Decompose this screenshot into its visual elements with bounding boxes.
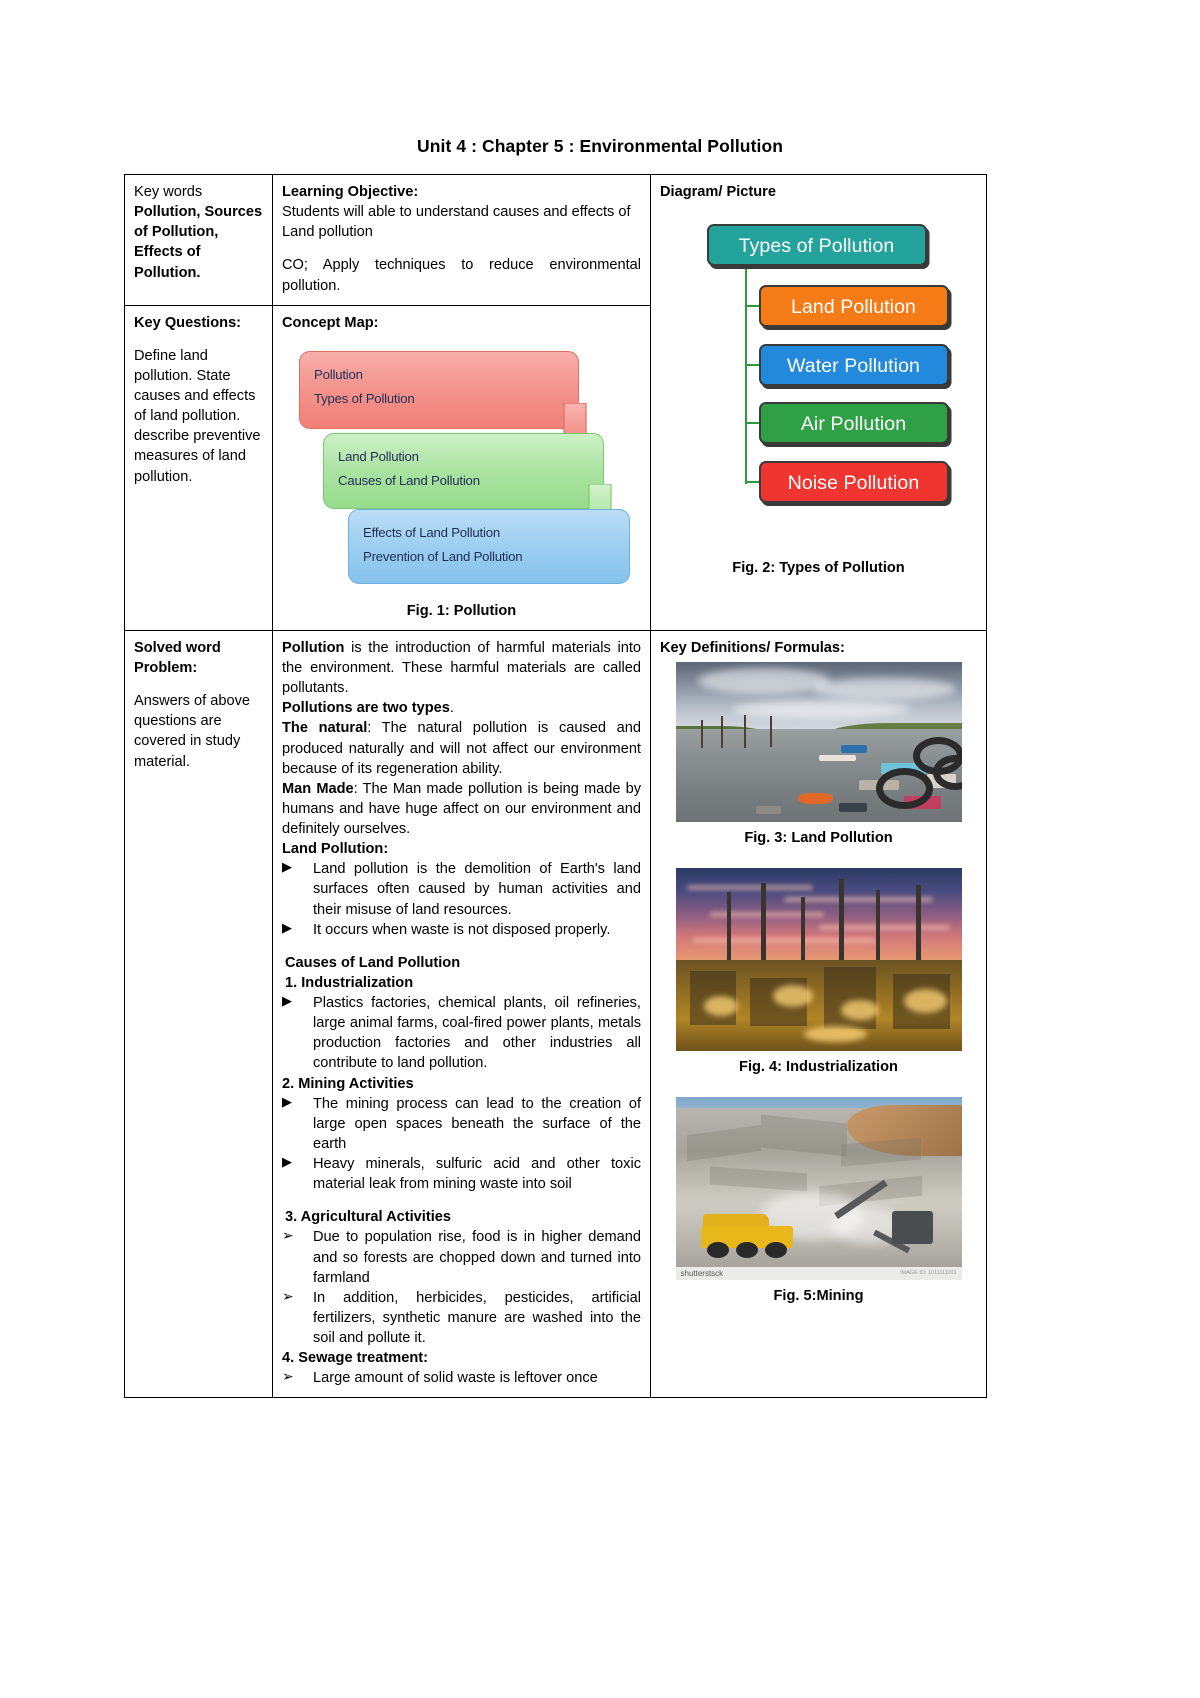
cause-1-heading: 1. Industrialization — [285, 974, 414, 991]
cause-2-bullets: The mining process can lead to the creat… — [282, 1094, 641, 1195]
node-water-pollution: Water Pollution — [758, 344, 949, 387]
list-item-text: Large amount of solid waste is leftover … — [313, 1370, 598, 1387]
cell-key-definitions: Key Definitions/ Formulas: Fig. 3: Land … — [650, 629, 987, 1399]
list-item-text: It occurs when waste is not disposed pro… — [313, 921, 611, 938]
list-item: The mining process can lead to the creat… — [282, 1094, 641, 1154]
concept-box-pollution: Pollution Types of Pollution — [299, 350, 579, 429]
keywords-value: Pollution, Sources of Pollution, Effects… — [134, 204, 263, 281]
fig3-caption: Fig. 3: Land Pollution — [744, 830, 893, 846]
natural-bold: The natural — [282, 720, 368, 737]
table-row: Key words Pollution, Sources of Pollutio… — [124, 174, 987, 631]
paragraph-pollution-definition: Pollution is the introduction of harmful… — [282, 638, 641, 698]
paragraph-natural: The natural: The natural pollution is ca… — [282, 718, 641, 778]
concept-box-land-line2: Causes of Land Pollution — [338, 473, 480, 489]
cell-key-questions: Key Questions: Define land pollution. St… — [124, 304, 273, 631]
excavator-shape — [833, 1170, 933, 1254]
types-of-pollution-diagram: Types of Pollution Land Pollution Water … — [669, 220, 969, 538]
paragraph-man-made: Man Made: The Man made pollution is bein… — [282, 779, 641, 839]
mining-truck-shape — [701, 1211, 793, 1259]
triangle-bullet-icon — [282, 858, 292, 876]
node-noise-pollution: Noise Pollution — [758, 461, 949, 504]
list-item: Land pollution is the demolition of Eart… — [282, 859, 641, 919]
concept-box-land-line1: Land Pollution — [338, 448, 419, 464]
man-made-bold: Man Made — [282, 780, 354, 797]
key-definitions-label: Key Definitions/ Formulas: — [660, 639, 845, 656]
fig1-caption: Fig. 1: Pollution — [406, 602, 517, 619]
triangle-bullet-icon — [282, 919, 292, 937]
list-item-text: Due to population rise, food is in highe… — [313, 1229, 641, 1286]
pollution-bold-lead: Pollution — [282, 639, 345, 656]
paragraph-two-types: Pollutions are two types. — [282, 698, 641, 718]
concept-box-land-pollution: Land Pollution Causes of Land Pollution — [323, 432, 604, 509]
list-item-text: Plastics factories, chemical plants, oil… — [313, 995, 641, 1072]
document-page: Unit 4 : Chapter 5 : Environmental Pollu… — [0, 0, 1200, 1698]
cell-body-text: Pollution is the introduction of harmful… — [272, 629, 651, 1399]
concept-box-effects-line1: Effects of Land Pollution — [363, 524, 500, 540]
cause-1-bullets: Plastics factories, chemical plants, oil… — [282, 993, 641, 1074]
concept-box-pollution-line1: Pollution — [314, 366, 363, 382]
fig5-watermark: shutterstsck IMAGE ID: 1011111101 — [675, 1267, 962, 1281]
watermark-brand: shutterstsck — [680, 1269, 724, 1279]
cell-concept-map: Concept Map: Pollution Types of Pollutio… — [272, 304, 651, 631]
cause-3-bullets: Due to population rise, food is in highe… — [282, 1227, 641, 1348]
fig2-caption: Fig. 2: Types of Pollution — [732, 560, 905, 577]
triangle-bullet-icon — [282, 992, 292, 1010]
fig5-mining-image: shutterstsck IMAGE ID: 1011111101 — [675, 1097, 962, 1281]
list-item: Due to population rise, food is in highe… — [282, 1227, 641, 1287]
node-air-pollution: Air Pollution — [758, 402, 949, 445]
watermark-image-id: IMAGE ID: 1011111101 — [900, 1270, 957, 1277]
concept-map-label: Concept Map: — [282, 314, 379, 331]
fig3-land-pollution-image — [675, 662, 962, 822]
triangle-bullet-icon — [282, 1093, 292, 1111]
arrow-bullet-icon — [282, 1367, 294, 1386]
list-item-text: The mining process can lead to the creat… — [313, 1095, 641, 1152]
arrow-bullet-icon — [282, 1226, 294, 1245]
solved-problem-label: Solved word Problem: — [134, 639, 221, 676]
cause-3-heading: 3. Agricultural Activities — [285, 1209, 451, 1226]
key-questions-text: Define land pollution. State causes and … — [134, 347, 261, 485]
concept-box-effects-prevention: Effects of Land Pollution Prevention of … — [348, 508, 630, 584]
key-questions-label: Key Questions: — [134, 314, 242, 331]
objective-text: Students will able to understand causes … — [282, 204, 631, 241]
fig5-caption: Fig. 5:Mining — [773, 1288, 864, 1305]
concept-box-effects-line2: Prevention of Land Pollution — [363, 549, 523, 565]
fig4-caption: Fig. 4: Industrialization — [739, 1059, 898, 1076]
list-item: It occurs when waste is not disposed pro… — [282, 920, 641, 940]
cell-solved-word-problem: Solved word Problem: Answers of above qu… — [124, 629, 273, 1399]
list-item: In addition, herbicides, pesticides, art… — [282, 1288, 641, 1348]
list-item: Plastics factories, chemical plants, oil… — [282, 993, 641, 1074]
cause-4-bullets: Large amount of solid waste is leftover … — [282, 1368, 641, 1388]
concept-map-diagram: Pollution Types of Pollution Land Pollut… — [286, 349, 638, 597]
lesson-plan-table: Key words Pollution, Sources of Pollutio… — [124, 174, 987, 1399]
arrow-bullet-icon — [282, 1287, 294, 1306]
triangle-bullet-icon — [282, 1153, 292, 1171]
node-land-pollution: Land Pollution — [758, 285, 949, 328]
list-item: Large amount of solid waste is leftover … — [282, 1368, 641, 1388]
list-item-text: Heavy minerals, sulfuric acid and other … — [313, 1156, 641, 1193]
diagram-label: Diagram/ Picture — [660, 184, 776, 200]
objective-label: Learning Objective: — [282, 184, 419, 200]
land-pollution-bullets: Land pollution is the demolition of Eart… — [282, 859, 641, 940]
connector-vertical — [744, 266, 747, 485]
list-item-text: In addition, herbicides, pesticides, art… — [313, 1289, 641, 1346]
two-types-rest: . — [449, 700, 454, 717]
solved-problem-text: Answers of above questions are covered i… — [134, 693, 251, 770]
fig4-industrialization-image — [675, 868, 962, 1052]
cell-keywords: Key words Pollution, Sources of Pollutio… — [124, 174, 273, 306]
cell-learning-objective: Learning Objective: Students will able t… — [272, 174, 651, 306]
node-types-of-pollution: Types of Pollution — [706, 224, 927, 267]
list-item: Heavy minerals, sulfuric acid and other … — [282, 1154, 641, 1194]
co-text: CO; Apply techniques to reduce environme… — [282, 257, 641, 294]
concept-box-pollution-line2: Types of Pollution — [314, 391, 415, 407]
page-title: Unit 4 : Chapter 5 : Environmental Pollu… — [416, 136, 784, 156]
list-item-text: Land pollution is the demolition of Eart… — [313, 861, 641, 918]
cause-2-heading: 2. Mining Activities — [282, 1075, 414, 1092]
two-types-bold: Pollutions are two types — [282, 700, 450, 717]
cell-diagram-picture: Diagram/ Picture Types of Pollution Land… — [650, 174, 987, 631]
land-pollution-heading: Land Pollution: — [282, 841, 389, 858]
causes-heading: Causes of Land Pollution — [285, 954, 461, 971]
table-row: Solved word Problem: Answers of above qu… — [124, 629, 987, 1399]
keywords-label: Key words — [134, 184, 203, 200]
cause-4-heading: 4. Sewage treatment: — [282, 1350, 428, 1367]
